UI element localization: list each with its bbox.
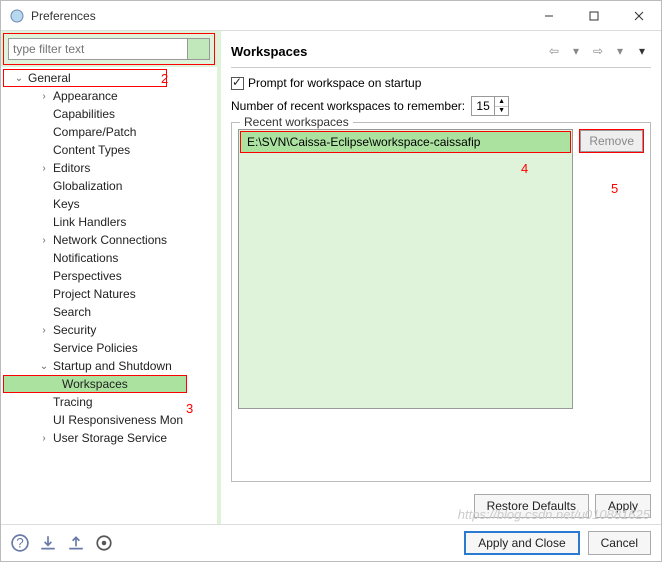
preference-tree[interactable]: ⌄ General ›AppearanceCapabilitiesCompare… xyxy=(1,67,217,524)
tree-item[interactable]: Globalization xyxy=(1,177,217,195)
tree-item[interactable]: Content Types xyxy=(1,141,217,159)
dialog-footer: ? Apply and Close Cancel xyxy=(1,524,661,561)
back-icon[interactable]: ⇦ xyxy=(545,43,563,59)
filter-clear-button[interactable] xyxy=(188,38,210,60)
recent-count-row: Number of recent workspaces to remember:… xyxy=(231,96,651,116)
restore-defaults-button[interactable]: Restore Defaults xyxy=(474,494,589,518)
tree-item[interactable]: Project Natures xyxy=(1,285,217,303)
remove-button[interactable]: Remove xyxy=(580,130,643,152)
tree-item[interactable]: UI Responsiveness Mon xyxy=(1,411,217,429)
tree-item[interactable]: Service Policies xyxy=(1,339,217,357)
prompt-checkbox-row: Prompt for workspace on startup xyxy=(231,76,651,90)
chevron-right-icon: › xyxy=(37,91,51,102)
forward-dropdown-icon[interactable]: ▾ xyxy=(611,43,629,59)
chevron-right-icon: › xyxy=(37,163,51,174)
help-icon[interactable]: ? xyxy=(11,534,29,552)
recent-list[interactable]: E:\SVN\Caissa-Eclipse\workspace-caissafi… xyxy=(238,129,573,409)
tree-item-workspaces[interactable]: Workspaces xyxy=(3,375,187,393)
import-icon[interactable] xyxy=(39,534,57,552)
tree-item-general[interactable]: ⌄ General xyxy=(3,69,167,87)
forward-icon[interactable]: ⇨ xyxy=(589,43,607,59)
spinner-down[interactable]: ▼ xyxy=(495,107,508,116)
chevron-right-icon: › xyxy=(37,235,51,246)
recent-count-spinner[interactable]: 15 ▲ ▼ xyxy=(471,96,509,116)
tree-item[interactable]: Compare/Patch xyxy=(1,123,217,141)
filter-input[interactable] xyxy=(8,38,188,60)
cancel-button[interactable]: Cancel xyxy=(588,531,651,555)
tree-item[interactable]: Keys xyxy=(1,195,217,213)
spinner-up[interactable]: ▲ xyxy=(495,97,508,107)
group-legend: Recent workspaces xyxy=(240,115,353,129)
list-item[interactable]: E:\SVN\Caissa-Eclipse\workspace-caissafi… xyxy=(240,131,571,153)
oomph-icon[interactable] xyxy=(95,534,113,552)
tree-item[interactable]: ›Editors xyxy=(1,159,217,177)
tree-item[interactable]: Link Handlers xyxy=(1,213,217,231)
tree-item[interactable]: ⌄ Startup and Shutdown xyxy=(1,357,217,375)
tree-item[interactable]: Notifications xyxy=(1,249,217,267)
export-icon[interactable] xyxy=(67,534,85,552)
chevron-down-icon: ⌄ xyxy=(12,73,26,84)
tree-item[interactable]: ›User Storage Service xyxy=(1,429,217,447)
close-button[interactable] xyxy=(616,1,661,30)
tree-item[interactable]: ›Appearance xyxy=(1,87,217,105)
window-title: Preferences xyxy=(31,9,526,23)
tree-panel: ⌄ General ›AppearanceCapabilitiesCompare… xyxy=(1,31,221,524)
chevron-right-icon: › xyxy=(37,433,51,444)
app-icon xyxy=(9,8,25,24)
titlebar: Preferences xyxy=(1,1,661,31)
tree-item[interactable]: ›Network Connections xyxy=(1,231,217,249)
tree-item[interactable]: Perspectives xyxy=(1,267,217,285)
tree-item[interactable]: ›Security xyxy=(1,321,217,339)
prompt-checkbox[interactable] xyxy=(231,77,244,90)
svg-text:?: ? xyxy=(16,536,24,551)
minimize-button[interactable] xyxy=(526,1,571,30)
menu-dropdown-icon[interactable]: ▾ xyxy=(633,43,651,59)
recent-workspaces-group: Recent workspaces E:\SVN\Caissa-Eclipse\… xyxy=(231,122,651,482)
tree-item[interactable]: Capabilities xyxy=(1,105,217,123)
recent-count-label: Number of recent workspaces to remember: xyxy=(231,99,465,113)
maximize-button[interactable] xyxy=(571,1,616,30)
content-panel: Workspaces ⇦ ▾ ⇨ ▾ ▾ Prompt for workspac… xyxy=(221,31,661,524)
chevron-down-icon: ⌄ xyxy=(37,361,51,372)
back-dropdown-icon[interactable]: ▾ xyxy=(567,43,585,59)
apply-and-close-button[interactable]: Apply and Close xyxy=(464,531,579,555)
page-title: Workspaces xyxy=(231,44,545,59)
prompt-label: Prompt for workspace on startup xyxy=(248,76,421,90)
tree-item[interactable]: Tracing xyxy=(1,393,217,411)
chevron-right-icon: › xyxy=(37,325,51,336)
apply-button[interactable]: Apply xyxy=(595,494,651,518)
tree-item[interactable]: Search xyxy=(1,303,217,321)
